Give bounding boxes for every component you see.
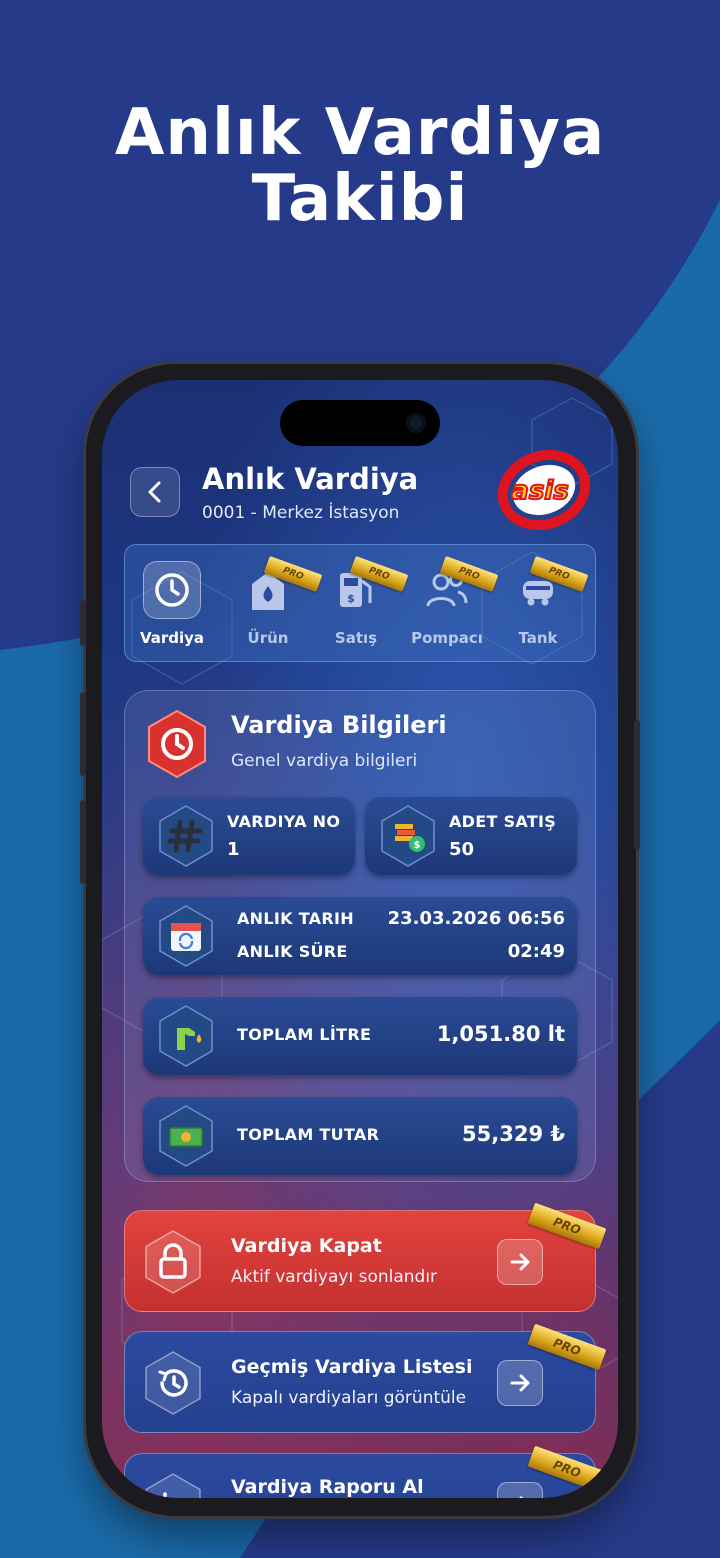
- promo-title-line1: Anlık Vardiya: [114, 96, 606, 170]
- vardiya-no-card: VARDIYA NO 1: [143, 797, 355, 875]
- action-subtitle: Aktif vardiyayı sonlandır: [231, 1267, 438, 1287]
- vardiya-kapat-button[interactable]: Vardiya Kapat Aktif vardiyayı sonlandır …: [124, 1202, 607, 1312]
- asis-logo: asis: [497, 450, 591, 530]
- toplam-tutar-label: TOPLAM TUTAR: [237, 1125, 380, 1144]
- clock-icon: [155, 573, 189, 607]
- fuel-nozzle-icon: [159, 1005, 213, 1067]
- adet-satis-label: ADET SATIŞ: [449, 812, 557, 831]
- lock-icon: [145, 1230, 201, 1294]
- gecmis-vardiya-button[interactable]: Geçmiş Vardiya Listesi Kapalı vardiyalar…: [124, 1323, 607, 1433]
- toplam-tutar-card: TOPLAM TUTAR 55,329 ₺: [143, 1097, 577, 1175]
- section-subtitle: Genel vardiya bilgileri: [231, 751, 418, 771]
- phone-volume-up: [80, 692, 86, 776]
- arrow-right-icon: [519, 1496, 524, 1498]
- tab-label: Pompacı: [411, 629, 483, 647]
- adet-satis-value: 50: [449, 839, 475, 860]
- toplam-litre-card: TOPLAM LİTRE 1,051.80 lt: [143, 997, 577, 1075]
- anlik-tarih-value: 23.03.2026 06:56: [387, 908, 565, 929]
- vardiya-no-value: 1: [227, 839, 240, 860]
- page-title: Anlık Vardiya: [202, 462, 419, 496]
- toplam-tutar-value: 55,329 ₺: [462, 1122, 565, 1146]
- tab-vardiya[interactable]: Vardiya: [127, 545, 217, 663]
- arrow-right-icon: [510, 1253, 530, 1271]
- calendar-refresh-icon: [159, 905, 213, 967]
- hashtag-icon: [159, 805, 213, 867]
- arrow-right-icon: [510, 1374, 530, 1392]
- vardiya-no-label: VARDIYA NO: [227, 812, 341, 831]
- action-title: Vardiya Raporu Al: [231, 1476, 424, 1498]
- anlik-tarih-label: ANLIK TARIH: [237, 909, 354, 928]
- tab-label: Satış: [334, 629, 378, 647]
- anlik-sure-value: 02:49: [507, 941, 565, 962]
- phone-volume-down: [80, 800, 86, 884]
- action-subtitle: Kapalı vardiyaları görüntüle: [231, 1388, 467, 1408]
- section-title: Vardiya Bilgileri: [231, 711, 447, 739]
- promo-title-line2: Takibi: [251, 162, 469, 236]
- toplam-litre-label: TOPLAM LİTRE: [237, 1025, 372, 1044]
- phone-power-button: [634, 720, 640, 850]
- station-name: 0001 - Merkez İstasyon: [202, 503, 400, 523]
- shift-info-panel: Vardiya Bilgileri Genel vardiya bilgiler…: [124, 690, 596, 1182]
- tab-label: Vardiya: [139, 629, 205, 647]
- svg-text:$: $: [414, 840, 421, 851]
- report-plus-icon: [145, 1473, 201, 1498]
- svg-text:$: $: [347, 592, 355, 605]
- anlik-sure-label: ANLIK SÜRE: [237, 942, 348, 961]
- anlik-tarih-card: ANLIK TARIH 23.03.2026 06:56 ANLIK SÜRE …: [143, 897, 577, 975]
- promo-title: Anlık Vardiya Takibi: [0, 100, 720, 232]
- tab-label: Tank: [518, 629, 558, 647]
- arrow-right-button[interactable]: [497, 1360, 543, 1406]
- money-stack-icon: $: [381, 805, 435, 867]
- action-title: Vardiya Kapat: [231, 1235, 382, 1257]
- action-title: Geçmiş Vardiya Listesi: [231, 1356, 473, 1378]
- vardiya-raporu-button[interactable]: Vardiya Raporu Al PRO: [124, 1445, 607, 1498]
- clock-icon: [148, 709, 206, 779]
- arrow-right-button[interactable]: [497, 1239, 543, 1285]
- back-button[interactable]: [130, 467, 180, 517]
- arrow-right-button[interactable]: [497, 1482, 543, 1498]
- svg-text:asis: asis: [511, 476, 568, 506]
- cash-icon: [159, 1105, 213, 1167]
- tab-bar: Vardiya Ürün $ Satış Pompacı Tank PRO PR…: [124, 544, 596, 662]
- adet-satis-card: $ ADET SATIŞ 50: [365, 797, 577, 875]
- phone-screen: Anlık Vardiya 0001 - Merkez İstasyon asi…: [102, 380, 618, 1498]
- tab-label: Ürün: [247, 629, 289, 647]
- chevron-left-icon: [148, 481, 161, 503]
- phone-mute-switch: [80, 600, 86, 646]
- history-icon: [145, 1351, 201, 1415]
- toplam-litre-value: 1,051.80 lt: [436, 1022, 565, 1046]
- dynamic-island: [280, 400, 440, 446]
